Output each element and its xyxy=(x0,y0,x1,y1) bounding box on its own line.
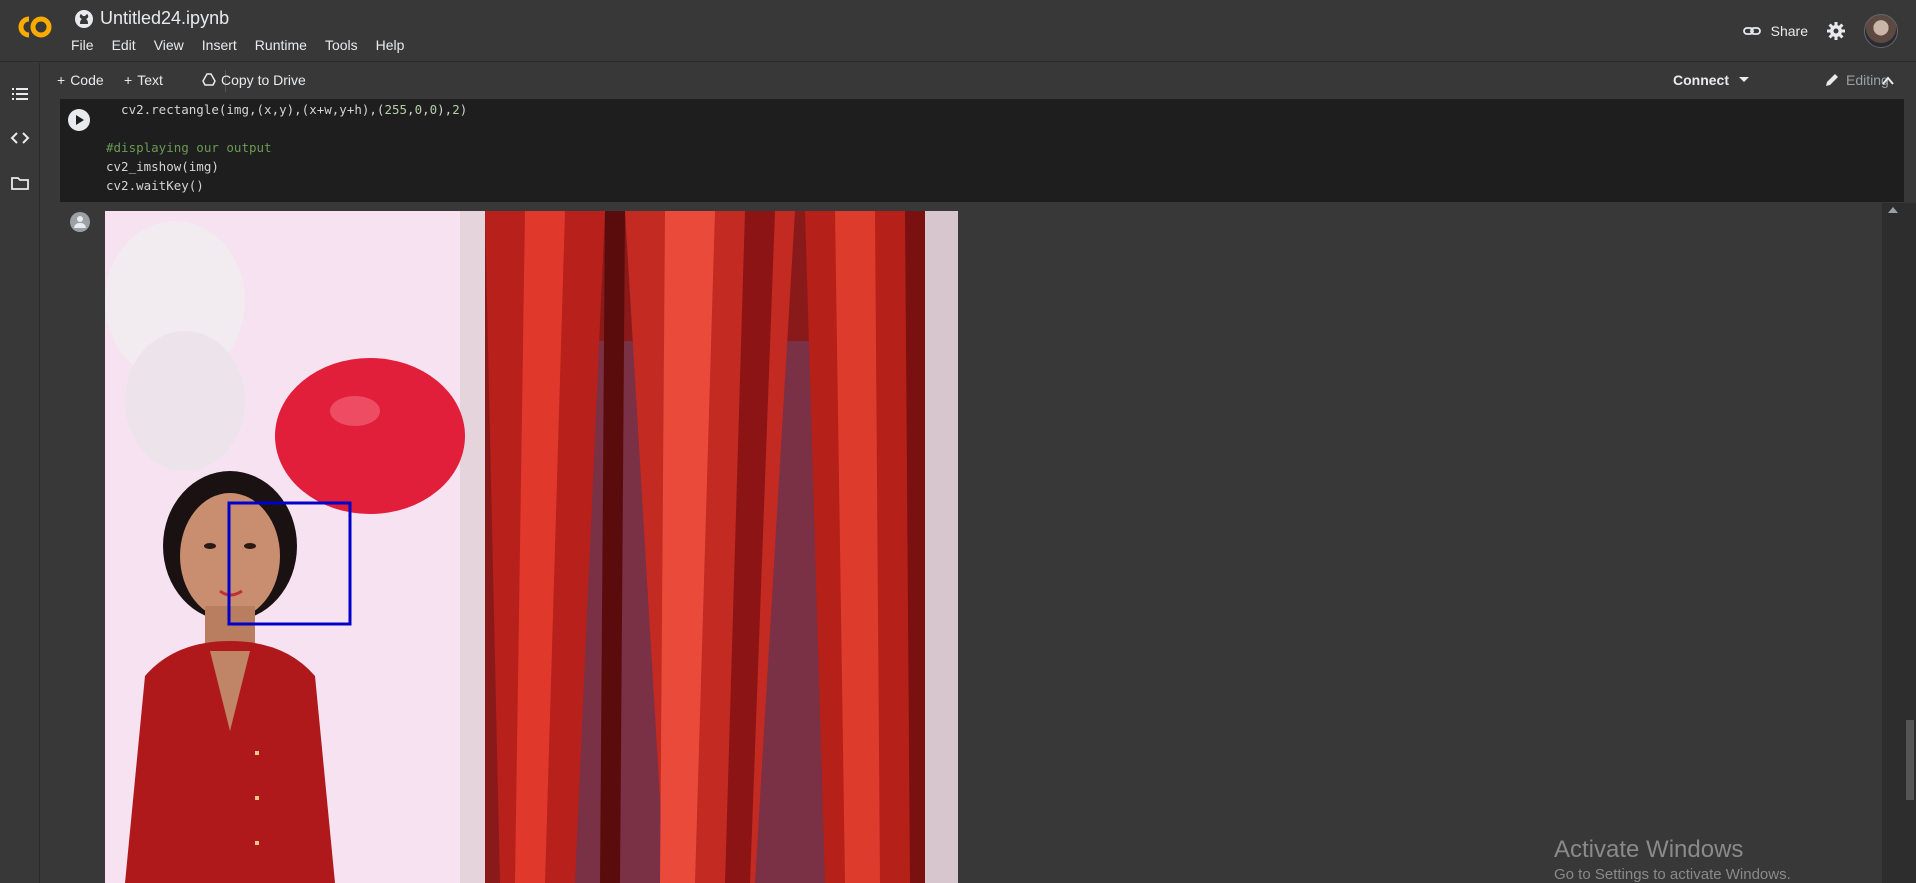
menu-file[interactable]: File xyxy=(71,37,102,53)
left-sidebar xyxy=(0,63,40,883)
folder-icon[interactable] xyxy=(10,173,30,193)
code-editor[interactable]: cv2.rectangle(img,(x,y),(x+w,y+h),(255,0… xyxy=(106,100,467,195)
menu-tools[interactable]: Tools xyxy=(325,37,366,53)
windows-activation-watermark: Activate Windows Go to Settings to activ… xyxy=(1554,836,1791,883)
table-of-contents-icon[interactable] xyxy=(10,84,30,104)
plus-icon: + xyxy=(57,72,66,88)
connect-button[interactable]: Connect xyxy=(1673,72,1749,88)
colab-logo[interactable] xyxy=(14,13,54,41)
menu-runtime[interactable]: Runtime xyxy=(255,37,315,53)
drive-icon xyxy=(202,73,216,86)
code-line: cv2.waitKey() xyxy=(106,178,204,193)
code-line: cv2_imshow(img) xyxy=(106,159,219,174)
code-line: cv2.rectangle(img,(x,y),(x+w,y+h),(255,0… xyxy=(106,102,468,117)
menu-view[interactable]: View xyxy=(154,37,192,53)
chevron-up-icon[interactable] xyxy=(1879,72,1897,90)
share-label: Share xyxy=(1770,23,1808,39)
watermark-subtitle: Go to Settings to activate Windows. xyxy=(1554,866,1791,883)
add-text-label: Text xyxy=(137,72,163,88)
output-image xyxy=(105,211,958,883)
app-header: Untitled24.ipynb File Edit View Insert R… xyxy=(0,0,1916,62)
title-row: Untitled24.ipynb xyxy=(74,8,229,29)
link-icon xyxy=(1742,27,1761,35)
share-button[interactable]: Share xyxy=(1742,22,1808,40)
output-user-icon xyxy=(70,212,90,232)
github-icon xyxy=(75,9,93,28)
gear-icon[interactable] xyxy=(1826,21,1846,41)
avatar[interactable] xyxy=(1864,14,1898,48)
red-balloon xyxy=(275,358,465,514)
code-snippets-icon[interactable] xyxy=(10,128,30,148)
menu-edit[interactable]: Edit xyxy=(112,37,144,53)
output-scrollbar[interactable] xyxy=(1882,203,1904,883)
add-text-button[interactable]: + Text xyxy=(124,72,163,88)
copy-to-drive-button[interactable]: Copy to Drive xyxy=(202,72,306,88)
pencil-icon xyxy=(1826,74,1838,86)
page-scrollbar-thumb[interactable] xyxy=(1906,720,1914,800)
code-comment: #displaying our output xyxy=(106,140,272,155)
plus-icon: + xyxy=(124,72,133,88)
run-cell-button[interactable] xyxy=(68,109,90,131)
white-balloon xyxy=(125,331,245,471)
red-curtain xyxy=(485,211,958,883)
notebook-title[interactable]: Untitled24.ipynb xyxy=(100,8,229,29)
chevron-down-icon xyxy=(1739,77,1749,82)
scroll-up-arrow-icon[interactable] xyxy=(1888,207,1898,213)
notebook-toolbar: + Code + Text Copy to Drive Connect Edit… xyxy=(41,63,1916,99)
header-actions: Share xyxy=(1742,14,1898,48)
add-code-button[interactable]: + Code xyxy=(57,72,104,88)
watermark-title: Activate Windows xyxy=(1554,836,1744,863)
add-code-label: Code xyxy=(70,72,104,88)
copy-to-drive-label: Copy to Drive xyxy=(221,72,306,88)
menu-bar: File Edit View Insert Runtime Tools Help xyxy=(71,37,422,53)
connect-label: Connect xyxy=(1673,72,1729,88)
menu-help[interactable]: Help xyxy=(376,37,413,53)
menu-insert[interactable]: Insert xyxy=(202,37,245,53)
